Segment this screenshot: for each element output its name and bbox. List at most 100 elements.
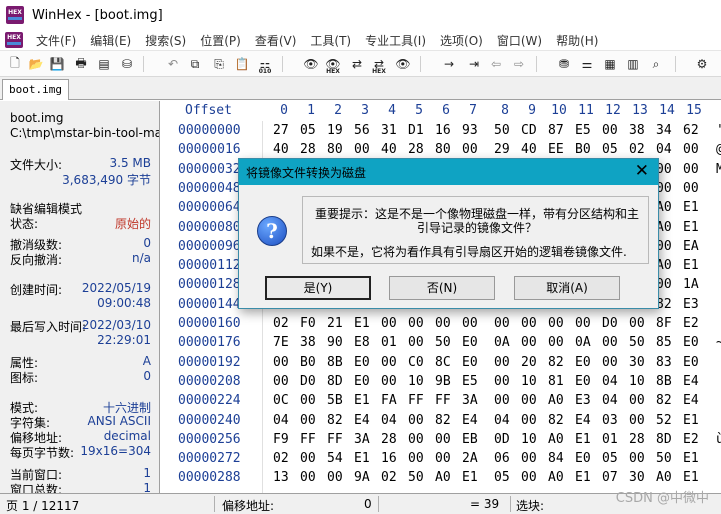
hex-byte[interactable]: 82 — [327, 413, 343, 428]
hex-byte[interactable]: 10 — [521, 432, 537, 447]
hex-byte[interactable]: 9A — [354, 470, 370, 485]
hex-byte[interactable]: E0 — [575, 374, 591, 389]
hex-byte[interactable]: E0 — [683, 355, 699, 370]
hex-byte[interactable]: 07 — [602, 470, 618, 485]
hex-byte[interactable]: 00 — [602, 355, 618, 370]
hex-byte[interactable]: 00 — [629, 316, 645, 331]
row-offset[interactable]: 00000160 — [178, 316, 241, 331]
row-offset[interactable]: 00000224 — [178, 393, 241, 408]
menu-search[interactable]: 搜索(S) — [138, 32, 193, 49]
hex-byte[interactable]: 10 — [521, 374, 537, 389]
hex-byte[interactable]: C0 — [408, 355, 424, 370]
hex-byte[interactable]: 00 — [381, 355, 397, 370]
row-offset[interactable]: 00000192 — [178, 355, 241, 370]
new-file-icon[interactable]: 🗋 — [6, 55, 24, 73]
hex-byte[interactable]: E1 — [683, 200, 699, 215]
hex-byte[interactable]: 00 — [354, 142, 370, 157]
hex-byte[interactable]: 38 — [629, 123, 645, 138]
hex-byte[interactable]: EA — [683, 239, 699, 254]
hex-byte[interactable]: 00 — [435, 316, 451, 331]
hex-byte[interactable]: 16 — [381, 451, 397, 466]
back-icon[interactable]: ⇦ — [487, 55, 505, 73]
hex-byte[interactable]: 00 — [381, 374, 397, 389]
hex-byte[interactable]: 00 — [300, 470, 316, 485]
hex-byte[interactable]: 00 — [435, 451, 451, 466]
row-offset[interactable]: 00000128 — [178, 277, 241, 292]
hex-byte[interactable]: 54 — [327, 451, 343, 466]
yes-button[interactable]: 是(Y) — [265, 276, 371, 300]
hex-byte[interactable]: B0 — [300, 355, 316, 370]
row-offset[interactable]: 00000080 — [178, 220, 241, 235]
hex-byte[interactable]: E0 — [354, 355, 370, 370]
menu-edit[interactable]: 编辑(E) — [83, 32, 138, 49]
print-icon[interactable]: 🖶 — [72, 55, 90, 73]
hex-byte[interactable]: 00 — [548, 316, 564, 331]
row-offset[interactable]: 00000016 — [178, 142, 241, 157]
hex-byte[interactable]: 38 — [300, 335, 316, 350]
hex-byte[interactable]: 19 — [327, 123, 343, 138]
hex-byte[interactable]: 04 — [381, 413, 397, 428]
hex-byte[interactable]: E1 — [575, 470, 591, 485]
save-icon[interactable]: 💾 — [48, 55, 66, 73]
hex-byte[interactable]: B0 — [575, 142, 591, 157]
hex-byte[interactable]: 20 — [521, 355, 537, 370]
row-offset[interactable]: 00000000 — [178, 123, 241, 138]
row-offset[interactable]: 00000032 — [178, 162, 241, 177]
menu-help[interactable]: 帮助(H) — [549, 32, 605, 49]
close-icon[interactable]: ✕ — [635, 161, 649, 181]
hex-byte[interactable]: 0D — [494, 432, 510, 447]
hex-byte[interactable]: 00 — [521, 393, 537, 408]
hex-byte[interactable]: 3A — [354, 432, 370, 447]
hex-byte[interactable]: FF — [300, 432, 316, 447]
hex-byte[interactable]: E0 — [575, 451, 591, 466]
hex-byte[interactable]: 02 — [273, 316, 289, 331]
hex-byte[interactable]: 00 — [494, 355, 510, 370]
hex-byte[interactable]: 8C — [435, 355, 451, 370]
hex-byte[interactable]: 00 — [408, 316, 424, 331]
row-offset[interactable]: 00000288 — [178, 470, 241, 485]
hex-byte[interactable]: EB — [462, 432, 478, 447]
hex-byte[interactable]: E0 — [462, 335, 478, 350]
goto-back-icon[interactable]: ⇥ — [465, 55, 483, 73]
cancel-button[interactable]: 取消(A) — [514, 276, 620, 300]
hex-byte[interactable]: E3 — [575, 393, 591, 408]
hex-byte[interactable]: E2 — [683, 316, 699, 331]
hex-byte[interactable]: 30 — [629, 355, 645, 370]
hex-byte[interactable]: 62 — [683, 123, 699, 138]
menu-window[interactable]: 窗口(W) — [490, 32, 549, 49]
hex-byte[interactable]: E5 — [575, 123, 591, 138]
hex-byte[interactable]: 8D — [656, 432, 672, 447]
hex-byte[interactable]: 00 — [602, 123, 618, 138]
hex-byte[interactable]: 06 — [494, 451, 510, 466]
hex-byte[interactable]: 81 — [548, 374, 564, 389]
hex-byte[interactable]: 0A — [575, 335, 591, 350]
hex-byte[interactable]: 00 — [629, 393, 645, 408]
disk-editor-icon[interactable]: ⛃ — [555, 55, 573, 73]
menu-file[interactable]: 文件(F) — [29, 32, 83, 49]
hex-byte[interactable]: D0 — [300, 374, 316, 389]
hex-byte[interactable]: 40 — [521, 142, 537, 157]
hex-byte[interactable]: E0 — [683, 335, 699, 350]
hex-byte[interactable]: 00 — [521, 413, 537, 428]
hex-byte[interactable]: 50 — [629, 335, 645, 350]
hex-byte[interactable]: 50 — [408, 470, 424, 485]
chip-icon[interactable]: ▦ — [601, 55, 619, 73]
hex-byte[interactable]: 10 — [629, 374, 645, 389]
replace-text-icon[interactable]: ⇄ — [348, 55, 366, 73]
find-hex-icon[interactable]: HEX 👁 — [324, 55, 342, 75]
menu-tools[interactable]: 工具(T) — [303, 32, 358, 49]
undo-icon[interactable]: ↶ — [164, 55, 182, 73]
hex-byte[interactable]: A0 — [548, 470, 564, 485]
hex-byte[interactable]: 7E — [273, 335, 289, 350]
hex-byte[interactable]: FA — [381, 393, 397, 408]
row-text[interactable]: ù — [716, 432, 721, 447]
cut-icon[interactable]: ⎘ — [210, 55, 228, 73]
hex-byte[interactable]: 27 — [273, 123, 289, 138]
hex-byte[interactable]: 00 — [408, 335, 424, 350]
menu-view[interactable]: 查看(V) — [248, 32, 304, 49]
hex-byte[interactable]: 05 — [602, 142, 618, 157]
menu-specialist-tools[interactable]: 专业工具(I) — [358, 32, 433, 49]
menu-position[interactable]: 位置(P) — [193, 32, 248, 49]
hex-byte[interactable]: 00 — [521, 451, 537, 466]
hex-byte[interactable]: 52 — [656, 413, 672, 428]
